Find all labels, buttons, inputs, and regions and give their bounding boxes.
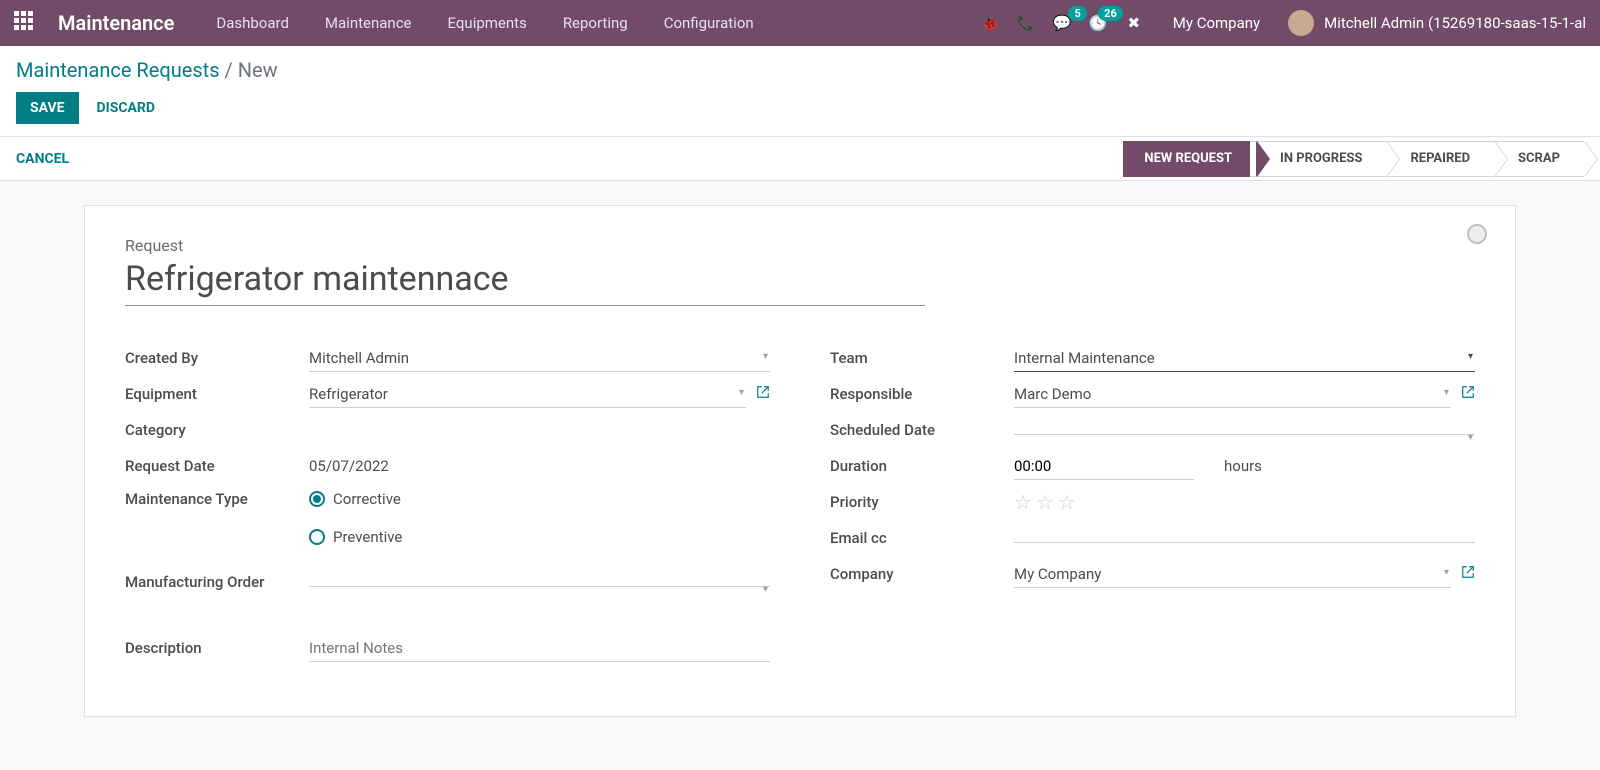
- apps-icon[interactable]: [14, 11, 38, 35]
- request-label: Request: [125, 236, 1475, 255]
- email-cc-field[interactable]: [1014, 534, 1475, 543]
- equipment-external-link-icon[interactable]: [756, 385, 770, 403]
- request-date-value: 05/07/2022: [309, 457, 389, 475]
- responsible-field[interactable]: Marc Demo▾: [1014, 381, 1451, 408]
- stage-new-request[interactable]: NEW REQUEST: [1123, 141, 1256, 177]
- star-icon[interactable]: ☆: [1058, 490, 1076, 514]
- email-cc-label: Email cc: [830, 529, 1014, 547]
- equipment-label: Equipment: [125, 385, 309, 403]
- conversations-icon[interactable]: 💬5: [1051, 14, 1073, 32]
- radio-preventive[interactable]: Preventive: [309, 528, 402, 546]
- stage-in-progress[interactable]: IN PROGRESS: [1250, 141, 1386, 177]
- created-by-field[interactable]: Mitchell Admin▾: [309, 345, 770, 372]
- tools-icon[interactable]: ✖: [1123, 14, 1145, 32]
- duration-input[interactable]: [1014, 453, 1194, 480]
- breadcrumb-current: New: [238, 58, 278, 82]
- description-label: Description: [125, 639, 309, 657]
- description-input[interactable]: [309, 635, 770, 662]
- equipment-field[interactable]: Refrigerator▾: [309, 381, 746, 408]
- duration-unit: hours: [1224, 457, 1262, 475]
- priority-label: Priority: [830, 493, 1014, 511]
- kanban-state-toggle[interactable]: [1467, 224, 1487, 244]
- nav-equipments[interactable]: Equipments: [430, 14, 545, 32]
- nav-reporting[interactable]: Reporting: [545, 14, 646, 32]
- control-panel: Maintenance Requests / New SAVE DISCARD: [0, 46, 1600, 137]
- avatar: [1288, 10, 1314, 36]
- breadcrumb-root[interactable]: Maintenance Requests: [16, 58, 220, 82]
- company-field[interactable]: My Company▾: [1014, 561, 1451, 588]
- discard-button[interactable]: DISCARD: [97, 92, 155, 124]
- nav-configuration[interactable]: Configuration: [646, 14, 772, 32]
- activities-badge: 26: [1098, 6, 1123, 21]
- star-icon[interactable]: ☆: [1036, 490, 1054, 514]
- phone-icon[interactable]: 📞: [1015, 14, 1037, 32]
- user-menu[interactable]: Mitchell Admin (15269180-saas-15-1-al: [1288, 10, 1586, 36]
- scheduled-date-field[interactable]: ▾: [1014, 426, 1475, 435]
- team-field[interactable]: Internal Maintenance▾: [1014, 345, 1475, 372]
- cancel-button[interactable]: CANCEL: [16, 151, 69, 167]
- priority-stars[interactable]: ☆ ☆ ☆: [1014, 490, 1076, 514]
- manufacturing-order-field[interactable]: ▾: [309, 578, 770, 587]
- radio-off-icon: [309, 529, 325, 545]
- nav-dashboard[interactable]: Dashboard: [198, 14, 307, 32]
- request-name-input[interactable]: [125, 257, 925, 306]
- category-label: Category: [125, 421, 309, 439]
- top-navbar: Maintenance Dashboard Maintenance Equipm…: [0, 0, 1600, 46]
- responsible-label: Responsible: [830, 385, 1014, 403]
- form-sheet: Request Created By Mitchell Admin▾ Equip…: [84, 205, 1516, 717]
- app-brand[interactable]: Maintenance: [58, 11, 174, 35]
- responsible-external-link-icon[interactable]: [1461, 385, 1475, 403]
- company-label: Company: [830, 565, 1014, 583]
- user-name: Mitchell Admin (15269180-saas-15-1-al: [1324, 14, 1586, 32]
- conversations-badge: 5: [1068, 6, 1086, 21]
- star-icon[interactable]: ☆: [1014, 490, 1032, 514]
- maintenance-type-label: Maintenance Type: [125, 490, 309, 508]
- save-button[interactable]: SAVE: [16, 92, 79, 124]
- team-label: Team: [830, 349, 1014, 367]
- created-by-label: Created By: [125, 349, 309, 367]
- status-bar: NEW REQUEST IN PROGRESS REPAIRED SCRAP: [1123, 141, 1584, 177]
- status-row: CANCEL NEW REQUEST IN PROGRESS REPAIRED …: [0, 137, 1600, 181]
- nav-menu: Dashboard Maintenance Equipments Reporti…: [198, 14, 771, 32]
- bug-icon[interactable]: 🐞: [979, 14, 1001, 32]
- company-external-link-icon[interactable]: [1461, 565, 1475, 583]
- request-date-label: Request Date: [125, 457, 309, 475]
- scheduled-date-label: Scheduled Date: [830, 421, 1014, 439]
- radio-on-icon: [309, 491, 325, 507]
- activities-icon[interactable]: 🕓26: [1087, 14, 1109, 32]
- duration-label: Duration: [830, 457, 1014, 475]
- breadcrumb: Maintenance Requests / New: [16, 58, 1584, 82]
- company-switcher[interactable]: My Company: [1173, 14, 1260, 32]
- radio-corrective[interactable]: Corrective: [309, 490, 401, 508]
- manufacturing-order-label: Manufacturing Order: [125, 573, 309, 591]
- nav-maintenance[interactable]: Maintenance: [307, 14, 430, 32]
